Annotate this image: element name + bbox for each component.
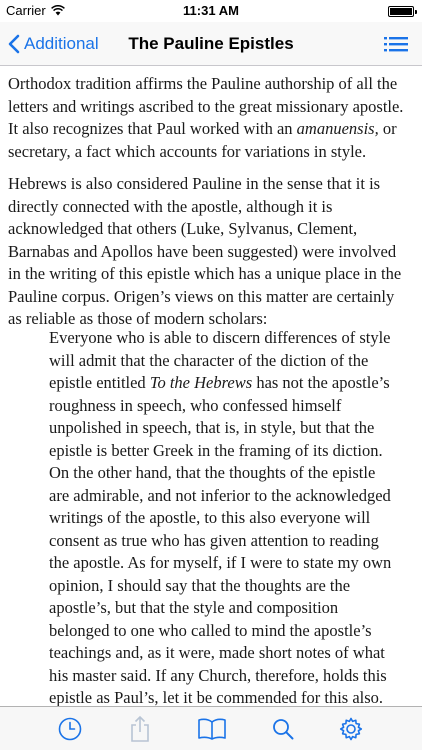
share-icon — [131, 715, 149, 742]
list-icon — [384, 37, 408, 52]
block-quote: Everyone who is able to discern differen… — [49, 327, 397, 707]
search-tab[interactable] — [261, 707, 305, 750]
back-button-label: Additional — [24, 34, 99, 53]
book-icon — [198, 718, 226, 740]
status-time: 11:31 AM — [183, 3, 239, 18]
settings-tab[interactable] — [329, 707, 373, 750]
menu-button[interactable] — [384, 33, 410, 55]
gear-icon — [339, 717, 363, 741]
paragraph-2: Hebrews is also considered Pauline in th… — [8, 174, 402, 328]
bookmarks-tab[interactable] — [190, 707, 234, 750]
article-content[interactable]: Orthodox tradition affirms the Pauline a… — [0, 67, 422, 707]
share-tab[interactable] — [118, 707, 162, 750]
search-icon — [273, 719, 294, 740]
chevron-left-icon — [8, 34, 20, 54]
tab-bar — [0, 706, 422, 750]
paragraph-1: Orthodox tradition affirms the Pauline a… — [8, 73, 412, 163]
back-button[interactable]: Additional — [8, 22, 99, 66]
history-tab[interactable] — [48, 707, 92, 750]
battery-icon — [388, 6, 417, 17]
clock-icon — [58, 717, 82, 741]
status-bar: Carrier 11:31 AM — [0, 0, 422, 22]
quote-italic-title: To the Hebrews — [149, 373, 253, 392]
navigation-bar: Additional The Pauline Epistles — [0, 22, 422, 66]
paragraph-1-italic: amanuensis, — [296, 119, 379, 138]
quote-text-b: has not the apostle’s roughness in speec… — [49, 373, 392, 707]
